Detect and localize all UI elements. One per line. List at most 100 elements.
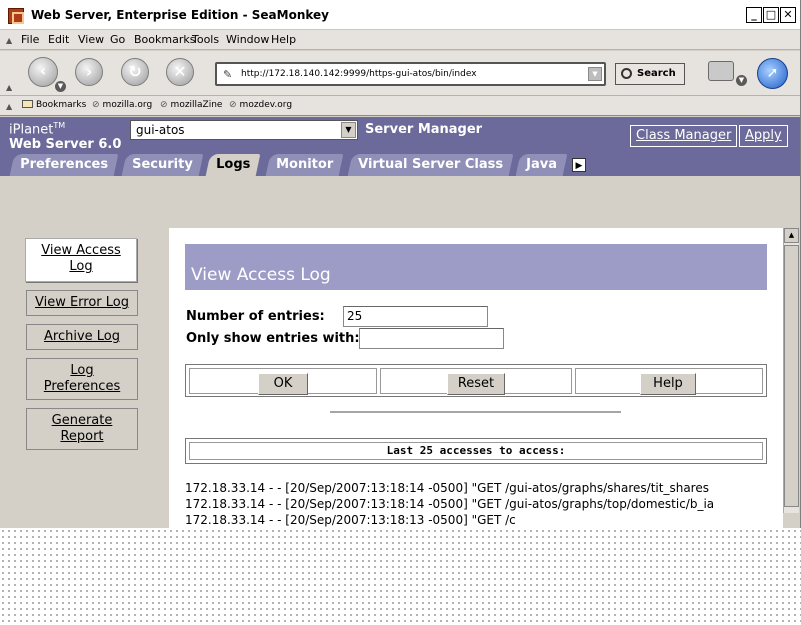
- tab-bar: Preferences Security Logs Monitor Virtua…: [0, 154, 800, 176]
- maximize-button[interactable]: □: [763, 7, 779, 23]
- filter-label: Only show entries with:: [186, 331, 360, 346]
- help-button[interactable]: Help: [640, 373, 696, 395]
- trademark-mark: TM: [53, 121, 66, 130]
- toolbar-grip-icon[interactable]: ▲: [6, 36, 12, 45]
- button-row: OK Reset Help: [185, 364, 767, 397]
- reload-icon: ↻: [128, 62, 142, 81]
- print-icon[interactable]: [708, 61, 734, 81]
- nav-archive-log[interactable]: Archive Log: [26, 324, 138, 350]
- menu-go[interactable]: Go: [110, 33, 125, 46]
- ok-button[interactable]: OK: [258, 373, 308, 395]
- back-history-dropdown-icon[interactable]: ▼: [55, 81, 66, 92]
- nav-label: Archive Log: [44, 329, 120, 344]
- nav-label: Generate: [51, 413, 113, 428]
- folder-icon: [22, 100, 33, 108]
- vertical-scrollbar[interactable]: ▲: [783, 228, 799, 513]
- nav-label: Log: [69, 259, 93, 274]
- menu-bar: ▲ File Edit View Go Bookmarks Tools Wind…: [0, 30, 800, 50]
- brand-name: iPlanetTM: [9, 121, 65, 137]
- reset-button[interactable]: Reset: [447, 373, 505, 395]
- bookmark-label: mozilla.org: [102, 100, 153, 110]
- bookmark-icon: ⊘: [160, 100, 168, 110]
- nav-label: Report: [60, 429, 104, 444]
- toolbar-grip-icon[interactable]: ▲: [6, 102, 12, 111]
- button-cell: OK: [189, 368, 377, 395]
- server-select[interactable]: gui-atos ▼: [130, 120, 358, 140]
- tab-scroll-right-icon[interactable]: ▶: [572, 158, 586, 172]
- filter-input[interactable]: [359, 328, 504, 349]
- menu-help[interactable]: Help: [271, 33, 296, 46]
- bookmark-label: Bookmarks: [36, 100, 87, 110]
- tab-logs[interactable]: Logs: [205, 154, 261, 176]
- nav-label: Log: [70, 363, 94, 378]
- scroll-up-icon[interactable]: ▲: [784, 228, 799, 243]
- brand-text: iPlanet: [9, 122, 54, 138]
- tab-preferences[interactable]: Preferences: [9, 154, 119, 176]
- chevron-down-icon[interactable]: ▼: [341, 122, 356, 138]
- nav-log-preferences[interactable]: Log Preferences: [26, 358, 138, 400]
- print-dropdown-icon[interactable]: ▼: [736, 75, 747, 86]
- back-button[interactable]: ‹: [28, 57, 58, 87]
- menu-edit[interactable]: Edit: [48, 33, 69, 46]
- apply-button[interactable]: Apply: [739, 125, 788, 147]
- seamonkey-app-icon: [8, 8, 24, 24]
- minimize-button[interactable]: _: [746, 7, 762, 23]
- stop-button[interactable]: ✕: [166, 58, 194, 86]
- bookmark-mozdev-org[interactable]: ⊘ mozdev.org: [229, 100, 292, 110]
- menu-window[interactable]: Window: [226, 33, 269, 46]
- main-panel: View Access Log Number of entries: 25 On…: [169, 228, 783, 528]
- seamonkey-throbber-icon[interactable]: ➚: [757, 58, 788, 89]
- entries-input[interactable]: 25: [343, 306, 488, 327]
- bookmark-label: mozdev.org: [239, 100, 293, 110]
- url-dropdown-icon[interactable]: ▼: [588, 67, 602, 81]
- tab-security[interactable]: Security: [121, 154, 204, 176]
- server-select-value: gui-atos: [136, 123, 185, 137]
- search-button-label: Search: [637, 68, 676, 79]
- bookmarks-menu-button[interactable]: Bookmarks: [22, 100, 86, 110]
- nav-label: Preferences: [43, 379, 121, 394]
- log-line: 172.18.33.14 - - [20/Sep/2007:13:18:13 -…: [185, 513, 516, 527]
- tab-virtual-server-class[interactable]: Virtual Server Class: [347, 154, 514, 176]
- nav-view-error-log[interactable]: View Error Log: [26, 290, 138, 316]
- page-title: View Access Log: [185, 244, 767, 290]
- separator: [330, 411, 621, 413]
- product-name: Web Server 6.0: [9, 137, 122, 152]
- menu-tools[interactable]: Tools: [192, 33, 219, 46]
- nav-view-access-log[interactable]: View Access Log: [25, 238, 137, 282]
- log-line: 172.18.33.14 - - [20/Sep/2007:13:18:14 -…: [185, 497, 715, 511]
- nav-label: View Error Log: [34, 295, 130, 310]
- reload-button[interactable]: ↻: [121, 58, 149, 86]
- bookmark-mozillazine[interactable]: ⊘ mozillaZine: [160, 100, 222, 110]
- class-manager-button[interactable]: Class Manager: [630, 125, 738, 147]
- forward-arrow-icon: ›: [85, 62, 93, 81]
- navigation-toolbar: ▲ ‹ ▼ › ↻ ✕ ✎ http://172.18.140.142:9999…: [0, 51, 800, 96]
- stop-icon: ✕: [173, 62, 187, 81]
- scroll-thumb[interactable]: [784, 245, 799, 507]
- log-line: 172.18.33.14 - - [20/Sep/2007:13:18:14 -…: [185, 481, 709, 495]
- tab-monitor[interactable]: Monitor: [265, 154, 344, 176]
- tab-java[interactable]: Java: [515, 154, 568, 176]
- server-manager-label: Server Manager: [365, 122, 483, 137]
- bookmark-icon: ⊘: [229, 100, 237, 110]
- button-cell: Reset: [380, 368, 572, 395]
- menu-view[interactable]: View: [78, 33, 104, 46]
- title-bar: Web Server, Enterprise Edition - SeaMonk…: [0, 0, 800, 30]
- nav-generate-report[interactable]: Generate Report: [26, 408, 138, 450]
- bookmarks-toolbar: ▲ Bookmarks ⊘ mozilla.org ⊘ mozillaZine ⊘ m…: [0, 96, 800, 116]
- iplanet-header: iPlanetTM Web Server 6.0 gui-atos ▼ Serv…: [0, 117, 800, 176]
- log-heading: Last 25 accesses to access:: [189, 442, 763, 460]
- bookmark-label: mozillaZine: [170, 100, 223, 110]
- browser-window: Web Server, Enterprise Edition - SeaMonk…: [0, 0, 801, 528]
- forward-button[interactable]: ›: [75, 58, 103, 86]
- url-bar[interactable]: ✎ http://172.18.140.142:9999/https-gui-a…: [215, 62, 606, 86]
- bookmark-mozilla-org[interactable]: ⊘ mozilla.org: [92, 100, 152, 110]
- menu-bookmarks[interactable]: Bookmarks: [134, 33, 195, 46]
- search-button[interactable]: Search: [615, 63, 685, 85]
- entries-label: Number of entries:: [186, 309, 325, 324]
- nav-label: View Access: [41, 243, 121, 258]
- toolbar-grip-icon[interactable]: ▲: [6, 83, 12, 92]
- menu-file[interactable]: File: [21, 33, 39, 46]
- bookmark-icon: ⊘: [92, 100, 100, 110]
- close-button[interactable]: ✕: [780, 7, 796, 23]
- url-text[interactable]: http://172.18.140.142:9999/https-gui-ato…: [241, 69, 477, 79]
